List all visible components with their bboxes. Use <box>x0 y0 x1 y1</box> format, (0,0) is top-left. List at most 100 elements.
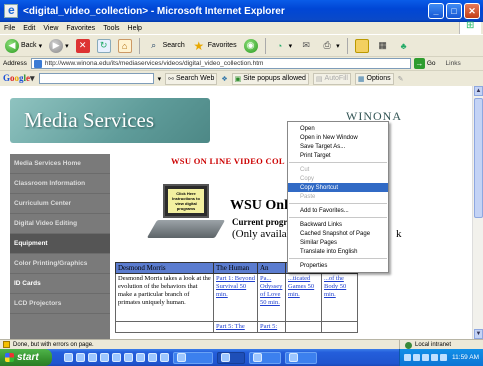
nav-equipment[interactable]: Equipment <box>10 234 110 254</box>
maximize-button[interactable]: □ <box>446 3 462 19</box>
minimize-button[interactable]: _ <box>428 3 444 19</box>
chevron-down-icon: ▾ <box>288 42 293 50</box>
nav-lcd-projectors[interactable]: LCD Projectors <box>10 294 110 314</box>
forward-button[interactable]: ▶ ▾ <box>47 37 71 55</box>
address-bar: Address http://www.winona.edu/its/medias… <box>0 56 483 70</box>
google-logo[interactable]: Google▾ <box>3 73 35 84</box>
chevron-down-icon[interactable]: ▾ <box>158 75 162 83</box>
context-menu-item-save-target-as[interactable]: Save Target As... <box>288 142 388 151</box>
autofill-button[interactable]: ▤ AutoFill <box>312 72 351 85</box>
go-button[interactable]: → Go <box>413 58 436 69</box>
menu-favorites[interactable]: Favorites <box>66 25 95 32</box>
quick-launch-icon[interactable] <box>64 353 73 362</box>
nav-curriculum-center[interactable]: Curriculum Center <box>10 194 110 214</box>
context-menu-item-add-to-favorites[interactable]: Add to Favorites... <box>288 206 388 215</box>
scroll-down-icon[interactable]: ▼ <box>474 329 483 339</box>
context-menu-item-backward-links[interactable]: Backward Links <box>288 220 388 229</box>
scroll-up-icon[interactable]: ▲ <box>474 86 483 96</box>
menu-view[interactable]: View <box>43 25 58 32</box>
table-header: An <box>257 262 286 274</box>
close-button[interactable]: ✕ <box>464 3 480 19</box>
menu-edit[interactable]: Edit <box>23 25 35 32</box>
episode-link[interactable]: Part 5: <box>257 321 286 333</box>
vertical-scrollbar[interactable]: ▲ ▼ <box>472 86 483 339</box>
episode-link[interactable]: ...of the Body 50 min. <box>321 273 358 322</box>
context-menu-item-similar-pages[interactable]: Similar Pages <box>288 238 388 247</box>
context-menu-item-print-target[interactable]: Print Target <box>288 151 388 160</box>
warning-icon[interactable] <box>3 341 10 348</box>
history-button[interactable]: ◔ ▾ <box>271 37 295 55</box>
taskbar-button[interactable] <box>173 351 213 364</box>
taskbar-button[interactable] <box>249 351 281 364</box>
menu-tools[interactable]: Tools <box>103 25 119 32</box>
table-cell <box>285 321 322 333</box>
status-text: Done, but with errors on page. <box>13 341 94 348</box>
taskbar-button[interactable] <box>285 351 317 364</box>
refresh-button[interactable]: ↻ <box>95 37 113 55</box>
autofill-label: AutoFill <box>324 75 348 82</box>
quick-launch-icon[interactable] <box>136 353 145 362</box>
search-web-button[interactable]: ⚯ Search Web <box>165 72 218 85</box>
quick-launch-icon[interactable] <box>148 353 157 362</box>
tray-icon[interactable] <box>404 354 411 361</box>
web-page: Media Services WINONA Media Services Hom… <box>0 86 483 339</box>
messenger-button[interactable]: ♣ <box>395 37 413 55</box>
quick-launch-icon[interactable] <box>112 353 121 362</box>
taskbar-button-ie[interactable] <box>217 351 245 364</box>
go-label: Go <box>426 60 436 67</box>
home-button[interactable]: ⌂ <box>116 37 134 55</box>
start-button[interactable]: start <box>0 349 52 366</box>
research-button[interactable]: ▦ <box>374 37 392 55</box>
clock: 11:59 AM <box>452 354 479 361</box>
context-menu-separator <box>289 258 387 259</box>
google-search-input[interactable] <box>38 73 154 84</box>
pencil-icon[interactable]: ✎ <box>398 75 404 83</box>
quick-launch-icon[interactable] <box>88 353 97 362</box>
media-icon: ◉ <box>243 38 258 53</box>
scroll-thumb[interactable] <box>474 98 483 218</box>
context-menu-item-open-in-new-window[interactable]: Open in New Window <box>288 133 388 142</box>
context-menu-item-copy-shortcut[interactable]: Copy Shortcut <box>288 183 388 192</box>
quick-launch-icon[interactable] <box>100 353 109 362</box>
quick-launch-icon[interactable] <box>160 353 169 362</box>
table-row: Part 5: The Part 5: <box>115 321 358 333</box>
nav-media-services-home[interactable]: Media Services Home <box>10 154 110 174</box>
address-input[interactable]: http://www.winona.edu/its/mediaservices/… <box>30 58 411 69</box>
episode-link[interactable]: Part 5: The <box>213 321 258 333</box>
search-button[interactable]: ⌕ Search <box>145 37 187 55</box>
links-button[interactable]: Links <box>446 60 461 67</box>
instructions-laptop-link[interactable]: Click Here Instructions to view digital … <box>146 184 226 250</box>
favorites-button[interactable]: ★ Favorites <box>190 37 239 55</box>
quick-launch-icon[interactable] <box>124 353 133 362</box>
back-arrow-icon: ◀ <box>5 38 19 53</box>
context-menu-item-translate-into-english[interactable]: Translate into English <box>288 247 388 256</box>
pagerank-icon[interactable]: ❖ <box>221 75 227 83</box>
laptop-caption: Click Here Instructions to view digital … <box>168 189 204 213</box>
stop-button[interactable]: ✕ <box>74 37 92 55</box>
context-menu-item-open[interactable]: Open <box>288 124 388 133</box>
context-menu-item-properties[interactable]: Properties <box>288 261 388 270</box>
episode-link[interactable]: Pa... Odyssey of Love 50 min. <box>257 273 286 322</box>
nav-id-cards[interactable]: ID Cards <box>10 274 110 294</box>
media-button[interactable]: ◉ <box>242 37 260 55</box>
nav-classroom-information[interactable]: Classroom Information <box>10 174 110 194</box>
menu-file[interactable]: File <box>4 25 15 32</box>
popup-label: Site popups allowed <box>243 75 306 82</box>
options-button[interactable]: ▦ Options <box>354 72 394 85</box>
popup-blocker-button[interactable]: ▣ Site popups allowed <box>231 72 309 85</box>
menu-help[interactable]: Help <box>128 25 142 32</box>
episode-link[interactable]: ...ticated Games 50 min. <box>285 273 322 322</box>
nav-color-printing[interactable]: Color Printing/Graphics <box>10 254 110 274</box>
print-button[interactable]: ⎙ ▾ <box>318 37 342 55</box>
tray-icon[interactable] <box>422 354 429 361</box>
nav-digital-video-editing[interactable]: Digital Video Editing <box>10 214 110 234</box>
context-menu-item-cached-snapshot-of-page[interactable]: Cached Snapshot of Page <box>288 229 388 238</box>
back-button[interactable]: ◀ Back ▾ <box>3 37 44 55</box>
quick-launch-icon[interactable] <box>76 353 85 362</box>
tray-icon[interactable] <box>431 354 438 361</box>
episode-link[interactable]: Part 1: Beyond Survival 50 min. <box>213 273 258 322</box>
mail-button[interactable]: ✉ <box>297 37 315 55</box>
tray-icon[interactable] <box>413 354 420 361</box>
folder-button[interactable] <box>353 37 371 55</box>
tray-icon[interactable] <box>440 354 447 361</box>
